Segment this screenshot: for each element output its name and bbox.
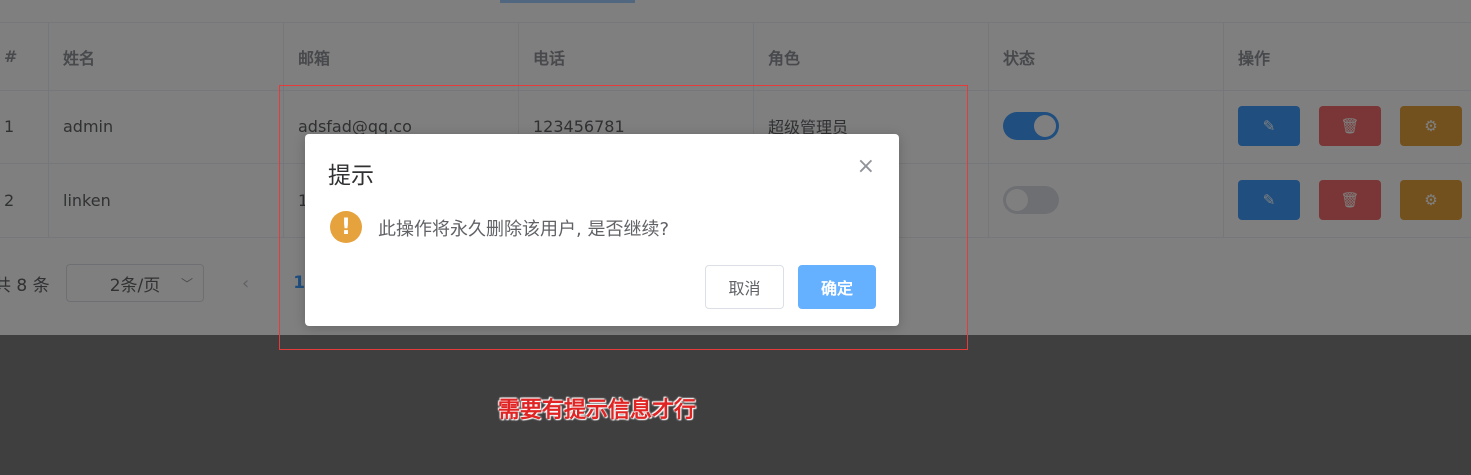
confirm-dialog: 提示 × ! 此操作将永久删除该用户, 是否继续? 取消 确定	[305, 134, 899, 326]
close-icon[interactable]: ×	[857, 154, 875, 179]
cancel-button[interactable]: 取消	[705, 265, 784, 309]
confirm-button[interactable]: 确定	[798, 265, 876, 309]
annotation-note: 需要有提示信息才行	[498, 398, 697, 423]
dialog-title: 提示	[328, 163, 374, 189]
dialog-message: 此操作将永久删除该用户, 是否继续?	[378, 219, 669, 240]
warning-icon: !	[330, 211, 362, 243]
